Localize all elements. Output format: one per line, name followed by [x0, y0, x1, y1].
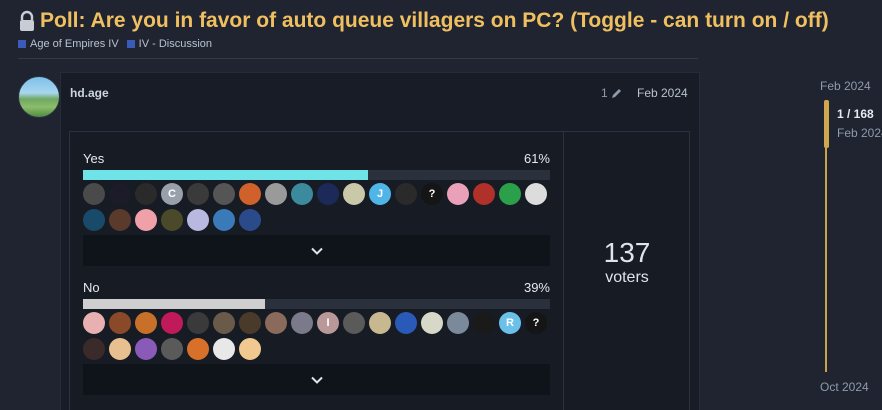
- lock-icon: [20, 10, 34, 31]
- expand-voters-button[interactable]: [83, 364, 550, 395]
- voter-avatar[interactable]: [161, 312, 183, 334]
- voter-avatar[interactable]: [317, 183, 339, 205]
- voter-avatar[interactable]: [239, 338, 261, 360]
- author-avatar[interactable]: [18, 76, 60, 118]
- voter-avatar[interactable]: [135, 312, 157, 334]
- voter-avatar[interactable]: [421, 312, 443, 334]
- voter-avatar[interactable]: [395, 183, 417, 205]
- voter-avatar[interactable]: I: [317, 312, 339, 334]
- poll-option-voters: C J?: [83, 183, 563, 231]
- poll-option-percent: 61%: [523, 151, 550, 166]
- voter-avatar[interactable]: [213, 312, 235, 334]
- timeline-position: 1 / 168: [837, 107, 874, 121]
- category-color-box: [18, 40, 26, 48]
- timeline-start-date[interactable]: Feb 2024: [820, 79, 871, 93]
- voter-avatar[interactable]: [109, 338, 131, 360]
- timeline-handle[interactable]: [824, 100, 829, 148]
- voter-avatar[interactable]: [473, 312, 495, 334]
- voter-avatar[interactable]: [135, 209, 157, 231]
- voter-avatar[interactable]: [447, 183, 469, 205]
- voter-avatar[interactable]: [187, 312, 209, 334]
- poll-option-bar: [83, 299, 550, 309]
- poll-option-bar: [83, 170, 550, 180]
- voter-avatar[interactable]: [161, 209, 183, 231]
- category-link-aoe4[interactable]: Age of Empires IV: [18, 38, 119, 50]
- voter-avatar[interactable]: [291, 183, 313, 205]
- category-breadcrumb: Age of Empires IV IV - Discussion: [18, 38, 212, 50]
- voter-avatar[interactable]: [83, 209, 105, 231]
- voters-label: voters: [605, 268, 649, 286]
- chevron-down-icon: [310, 247, 323, 255]
- chevron-down-icon: [310, 376, 323, 384]
- voter-avatar[interactable]: [265, 183, 287, 205]
- voter-avatar[interactable]: [109, 183, 131, 205]
- voter-avatar[interactable]: [213, 183, 235, 205]
- voter-avatar[interactable]: [525, 183, 547, 205]
- voter-avatar[interactable]: [135, 183, 157, 205]
- voter-avatar[interactable]: [213, 338, 235, 360]
- topic-title[interactable]: Poll: Are you in favor of auto queue vil…: [40, 9, 829, 33]
- voter-avatar[interactable]: [187, 338, 209, 360]
- category-color-box: [126, 40, 135, 48]
- voter-avatar[interactable]: [83, 183, 105, 205]
- voter-avatar[interactable]: [265, 312, 287, 334]
- voter-avatar[interactable]: ?: [525, 312, 547, 334]
- voters-count: 137: [603, 236, 651, 268]
- voter-avatar[interactable]: [109, 312, 131, 334]
- timeline-end-date[interactable]: Oct 2024: [820, 380, 869, 394]
- voter-avatar[interactable]: ?: [421, 183, 443, 205]
- category-link-discussion[interactable]: IV - Discussion: [126, 38, 213, 50]
- voter-avatar[interactable]: [161, 338, 183, 360]
- voter-avatar[interactable]: [395, 312, 417, 334]
- voter-avatar[interactable]: [343, 312, 365, 334]
- voter-avatar[interactable]: [83, 338, 105, 360]
- voter-avatar[interactable]: C: [161, 183, 183, 205]
- voter-avatar[interactable]: [83, 312, 105, 334]
- pencil-icon: [611, 89, 621, 98]
- poll-option-bar-fill: [83, 170, 368, 180]
- voter-avatar[interactable]: [343, 183, 365, 205]
- poll-option-label: No: [83, 280, 100, 295]
- category-label: IV - Discussion: [138, 38, 213, 50]
- voter-avatar[interactable]: [109, 209, 131, 231]
- voter-avatar[interactable]: [291, 312, 313, 334]
- voter-avatar[interactable]: [187, 183, 209, 205]
- edit-history-button[interactable]: 1: [601, 86, 623, 100]
- poll-option-label: Yes: [83, 151, 105, 166]
- voter-avatar[interactable]: [369, 312, 391, 334]
- voter-avatar[interactable]: [447, 312, 469, 334]
- voter-avatar[interactable]: [239, 209, 261, 231]
- voter-avatar[interactable]: [135, 338, 157, 360]
- voter-avatar[interactable]: [473, 183, 495, 205]
- voter-avatar[interactable]: [187, 209, 209, 231]
- edit-count: 1: [601, 86, 608, 100]
- voter-avatar[interactable]: R: [499, 312, 521, 334]
- voter-avatar[interactable]: [239, 312, 261, 334]
- expand-voters-button[interactable]: [83, 235, 550, 266]
- voter-avatar[interactable]: [239, 183, 261, 205]
- poll-option-percent: 39%: [523, 280, 550, 295]
- post-date[interactable]: Feb 2024: [637, 86, 688, 100]
- voter-avatar[interactable]: J: [369, 183, 391, 205]
- poll-option-bar-fill: [83, 299, 266, 309]
- title-divider: [18, 58, 698, 59]
- poll-voters-summary: 137 voters: [563, 131, 690, 410]
- voter-avatar[interactable]: [213, 209, 235, 231]
- category-label: Age of Empires IV: [30, 38, 119, 50]
- voter-avatar[interactable]: [499, 183, 521, 205]
- post-username[interactable]: hd.age: [70, 86, 109, 100]
- timeline-current-date: Feb 2024: [837, 126, 882, 140]
- topic-title-row: Poll: Are you in favor of auto queue vil…: [18, 9, 878, 33]
- poll-option-voters: I R?: [83, 312, 563, 360]
